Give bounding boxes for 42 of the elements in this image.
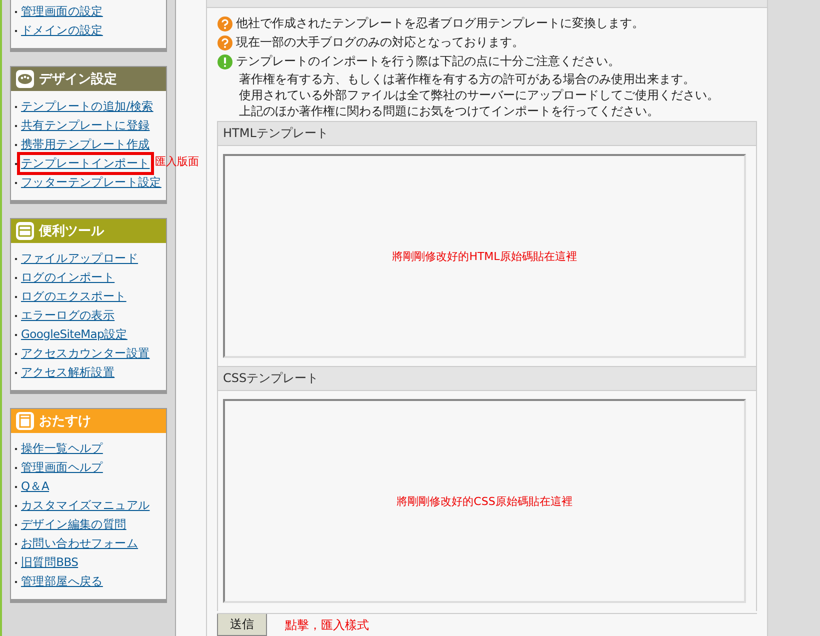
template-textarea[interactable]: 將剛剛修改好的HTML原始碼貼在這裡 [223, 154, 746, 358]
notice-text: 他社で作成されたテンプレートを忍者ブログ用テンプレートに変換します。 [236, 15, 644, 32]
sidebar-link[interactable]: 管理画面の設定 [21, 4, 103, 19]
field-header: HTMLテンプレート [217, 121, 757, 146]
sidebar-link[interactable]: 共有テンプレートに登録 [21, 118, 150, 133]
sidebar-link[interactable]: ファイルアップロード [21, 251, 138, 266]
sidebar-link[interactable]: フッターテンプレート設定 [21, 175, 162, 190]
question-icon [217, 16, 233, 32]
sidebar-link[interactable]: デザイン編集の質問 [21, 517, 126, 532]
annotation-text: 點擊，匯入樣式 [285, 616, 369, 634]
sidebar-link[interactable]: GoogleSiteMap設定 [21, 327, 128, 342]
template-textarea[interactable]: 將剛剛修改好的CSS原始碼貼在這裡 [223, 399, 746, 603]
sidebar-link[interactable]: 管理部屋へ戻る [21, 574, 103, 589]
sidebar-link[interactable]: ドメインの設定 [21, 23, 103, 38]
exclamation-icon [217, 54, 233, 70]
panel-title: おたすけ [39, 413, 91, 430]
notice-text: 著作権を有する方、もしくは著作権を有する方の許可がある場合のみ使用出来ます。 [239, 70, 695, 88]
notice-text: 現在一部の大手ブログのみの対応となっております。 [236, 34, 524, 51]
sidebar-link[interactable]: テンプレートの追加/検索 [21, 99, 154, 114]
sidebar-link[interactable]: お問い合わせフォーム [21, 536, 138, 551]
notice-text: 使用されている外部ファイルは全て弊社のサーバーにアップロードしてご使用ください。 [239, 86, 719, 104]
panel-title: デザイン設定 [39, 70, 117, 88]
panel-title: 便利ツール [39, 223, 104, 240]
submit-button[interactable]: 送信 [217, 614, 267, 636]
sidebar-link[interactable]: エラーログの表示 [21, 308, 115, 323]
sidebar-link[interactable]: アクセス解析設置 [21, 365, 115, 380]
sidebar-link[interactable]: アクセスカウンター設置 [21, 346, 150, 361]
question-icon [217, 34, 233, 50]
annotation-text: 將剛剛修改好的CSS原始碼貼在這裡 [396, 494, 572, 508]
sidebar-link[interactable]: 旧質問BBS [21, 555, 78, 570]
sidebar-link[interactable]: ログのエクスポート [21, 289, 126, 304]
sidebar-link[interactable]: カスタマイズマニュアル [21, 498, 150, 513]
notice-text: 上記のほか著作権に関わる問題にお気をつけてインポートを行ってください。 [239, 102, 659, 120]
annotation-text: 匯入版面 [155, 154, 199, 169]
sidebar-link[interactable]: ログのインポート [21, 270, 115, 285]
annotation-text: 將剛剛修改好的HTML原始碼貼在這裡 [392, 248, 577, 264]
sidebar-link[interactable]: 管理画面ヘルプ [21, 460, 103, 475]
sidebar-link[interactable]: Q＆A [21, 479, 50, 494]
sidebar-link[interactable]: 携帯用テンプレート作成 [21, 137, 150, 152]
field-header: CSSテンプレート [217, 366, 757, 391]
sidebar-link[interactable]: 操作一覧ヘルプ [21, 441, 103, 456]
notice-text: テンプレートのインポートを行う際は下記の点に十分ご注意ください。 [236, 53, 620, 70]
